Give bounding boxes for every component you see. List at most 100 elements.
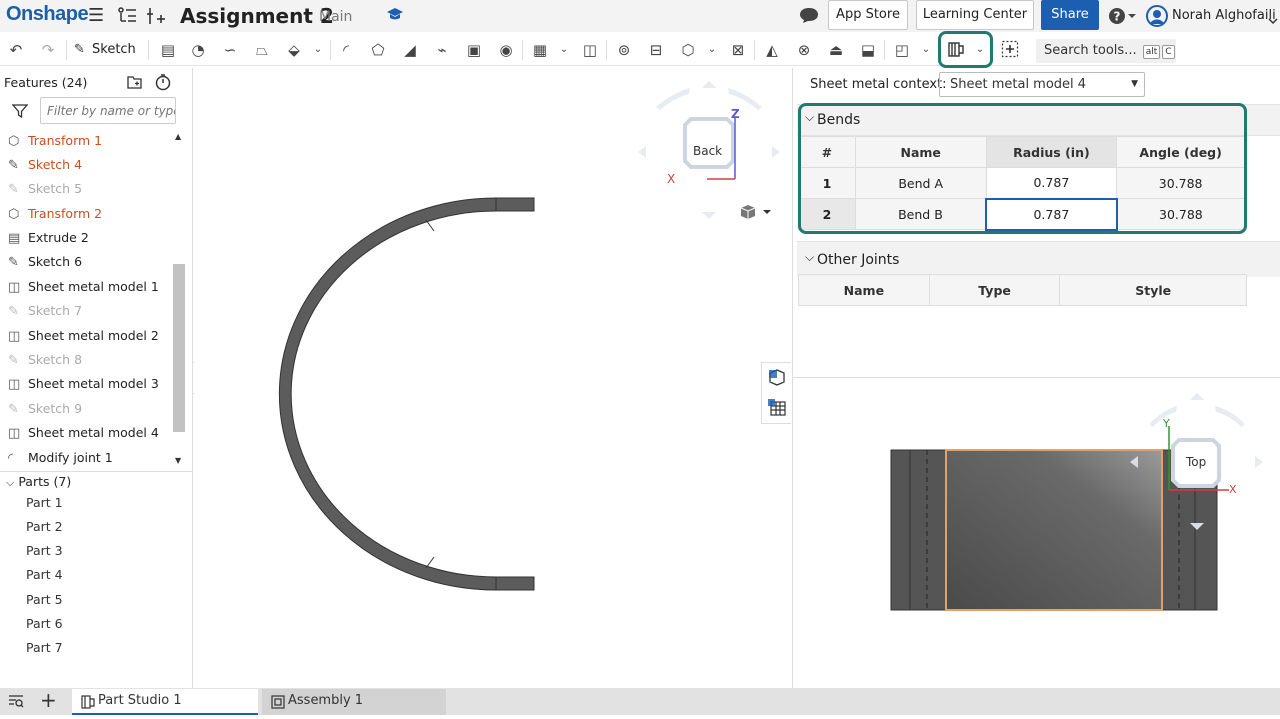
feature-item[interactable]: ◫ Sheet metal model 4 xyxy=(8,422,159,444)
part-item[interactable]: Part 7 xyxy=(26,640,63,655)
chevron-down-icon[interactable]: ⌄ xyxy=(308,40,328,60)
feature-item[interactable]: ◫ Sheet metal model 2 xyxy=(8,325,159,347)
feature-item[interactable]: ◜ Modify joint 1 xyxy=(8,447,113,469)
view-cube-back-label[interactable]: Back xyxy=(693,144,722,158)
tab-assembly[interactable]: Assembly 1 xyxy=(262,689,446,715)
feature-list-icon[interactable] xyxy=(116,6,138,30)
user-name[interactable]: Norah Alghofaili xyxy=(1172,8,1276,23)
revolve-icon[interactable]: ◔ xyxy=(188,40,208,60)
chevron-down-icon[interactable] xyxy=(1268,10,1278,29)
feature-item[interactable]: ✎ Sketch 9 xyxy=(8,398,82,420)
insert-icon[interactable] xyxy=(146,6,166,30)
pattern-icon[interactable]: ▦ xyxy=(530,40,550,60)
boolean-icon[interactable]: ⊚ xyxy=(614,40,634,60)
extrude-icon[interactable]: ▤ xyxy=(158,40,178,60)
hole-icon[interactable]: ◉ xyxy=(496,40,516,60)
bom-table-icon[interactable] xyxy=(767,398,787,422)
sweep-icon[interactable]: ∽ xyxy=(220,40,240,60)
feature-item[interactable]: ✎ Sketch 5 xyxy=(8,178,82,200)
part-item[interactable]: Part 6 xyxy=(26,616,63,631)
feature-item[interactable]: ✎ Sketch 4 xyxy=(8,154,82,176)
draft-icon[interactable]: ◢ xyxy=(400,40,420,60)
tab-bar: + Part Studio 1 Assembly 1 xyxy=(0,688,1280,715)
onshape-logo[interactable]: Onshape xyxy=(6,3,89,26)
help-icon[interactable]: ? xyxy=(1108,6,1136,30)
sheet-metal-icon: ◫ xyxy=(8,426,21,441)
appearance-panel-icon[interactable] xyxy=(767,368,787,392)
tab-manager-icon[interactable] xyxy=(8,693,24,713)
chevron-down-icon[interactable]: ⌄ xyxy=(970,40,990,60)
part-item[interactable]: Part 1 xyxy=(26,495,63,510)
document-title[interactable]: Assignment 2 xyxy=(180,4,334,28)
add-custom-feature-icon[interactable] xyxy=(1000,40,1020,60)
scroll-up-arrow[interactable]: ▲ xyxy=(175,132,181,141)
scrollbar-thumb[interactable] xyxy=(173,264,185,432)
parts-header[interactable]: ⌵ Parts (7) xyxy=(6,474,71,490)
col-joint-style: Style xyxy=(1059,274,1247,306)
view-options-icon[interactable] xyxy=(739,204,771,224)
rib-icon[interactable]: ⌁ xyxy=(432,40,452,60)
chevron-down-icon[interactable]: ⌄ xyxy=(554,40,574,60)
part-item[interactable]: Part 3 xyxy=(26,543,63,558)
mirror-icon[interactable]: ◫ xyxy=(580,40,600,60)
sketch-button[interactable]: ✎ Sketch xyxy=(74,40,136,60)
modify-face-icon[interactable]: ◭ xyxy=(762,40,782,60)
scroll-down-arrow[interactable]: ▼ xyxy=(175,456,181,465)
part-item[interactable]: Part 5 xyxy=(26,592,63,607)
transform-icon[interactable]: ⬡ xyxy=(678,40,698,60)
search-tools-input[interactable]: Search tools... alt C xyxy=(1036,39,1176,63)
part-item[interactable]: Part 2 xyxy=(26,519,63,534)
replace-face-icon[interactable]: ⬓ xyxy=(858,40,878,60)
chevron-down-icon[interactable]: ⌄ xyxy=(916,40,936,60)
feature-item[interactable]: ◫ Sheet metal model 3 xyxy=(8,373,159,395)
filter-input[interactable] xyxy=(40,97,176,124)
feature-item[interactable]: ✎ Sketch 8 xyxy=(8,349,82,371)
sketch-icon: ✎ xyxy=(8,255,19,270)
add-tab-icon[interactable]: + xyxy=(40,690,57,710)
sheet-metal-table-icon[interactable] xyxy=(946,40,966,60)
other-joints-section-header[interactable]: ⌵ Other Joints xyxy=(797,241,1280,277)
chamfer-icon[interactable]: ⬠ xyxy=(368,40,388,60)
comment-icon[interactable] xyxy=(799,6,819,28)
delete-part-icon[interactable]: ⊠ xyxy=(728,40,748,60)
learning-center-button[interactable]: Learning Center xyxy=(916,0,1034,30)
app-store-button[interactable]: App Store xyxy=(828,0,908,30)
feature-item[interactable]: ◫ Sheet metal model 1 xyxy=(8,276,159,298)
sheet-metal-icon: ◫ xyxy=(8,329,21,344)
loft-icon[interactable]: ⏢ xyxy=(252,40,272,60)
rollback-timer-icon[interactable] xyxy=(154,73,172,95)
tab-part-studio[interactable]: Part Studio 1 xyxy=(72,689,258,715)
feature-tree-panel: Features (24) ⬡ Transform 1 ✎ Sketch 4 ✎… xyxy=(0,68,193,688)
plane-icon[interactable]: ◰ xyxy=(892,40,912,60)
flat-pattern-view[interactable] xyxy=(793,378,1280,688)
thicken-icon[interactable]: ⬙ xyxy=(284,40,304,60)
modify-joint-icon: ◜ xyxy=(8,451,14,466)
delete-face-icon[interactable]: ⊗ xyxy=(794,40,814,60)
move-face-icon[interactable]: ⏏ xyxy=(826,40,846,60)
shell-icon[interactable]: ▣ xyxy=(464,40,484,60)
feature-item[interactable]: ✎ Sketch 7 xyxy=(8,300,82,322)
branch-label[interactable]: Main xyxy=(319,9,352,25)
feature-item[interactable]: ▤ Extrude 2 xyxy=(8,227,89,249)
graduation-cap-icon[interactable] xyxy=(386,6,404,26)
fillet-icon[interactable]: ◜ xyxy=(336,40,356,60)
sheet-metal-context-select[interactable]: Sheet metal model 4 ▼ xyxy=(939,72,1145,97)
undo-icon[interactable]: ↶ xyxy=(6,40,26,60)
chevron-down-icon[interactable]: ⌄ xyxy=(702,40,722,60)
graphics-viewport[interactable]: Back Z X xyxy=(194,68,792,688)
feature-item[interactable]: ⬡ Transform 1 xyxy=(8,130,102,152)
feature-item[interactable]: ✎ Sketch 6 xyxy=(8,251,82,273)
avatar[interactable] xyxy=(1146,5,1168,31)
share-button[interactable]: Share xyxy=(1041,0,1099,30)
col-joint-name: Name xyxy=(798,274,930,306)
part-item[interactable]: Part 4 xyxy=(26,567,63,582)
split-icon[interactable]: ⊟ xyxy=(646,40,666,60)
filter-icon[interactable] xyxy=(11,103,29,123)
redo-icon[interactable]: ↷ xyxy=(38,40,58,60)
flat-view-cube-top-label[interactable]: Top xyxy=(1186,455,1206,469)
menu-icon[interactable]: ☰ xyxy=(88,7,104,25)
sketch-icon: ✎ xyxy=(8,304,19,319)
scrollbar[interactable]: ▲ ▼ xyxy=(173,130,185,470)
add-folder-icon[interactable] xyxy=(126,74,144,94)
feature-item[interactable]: ⬡ Transform 2 xyxy=(8,203,102,225)
